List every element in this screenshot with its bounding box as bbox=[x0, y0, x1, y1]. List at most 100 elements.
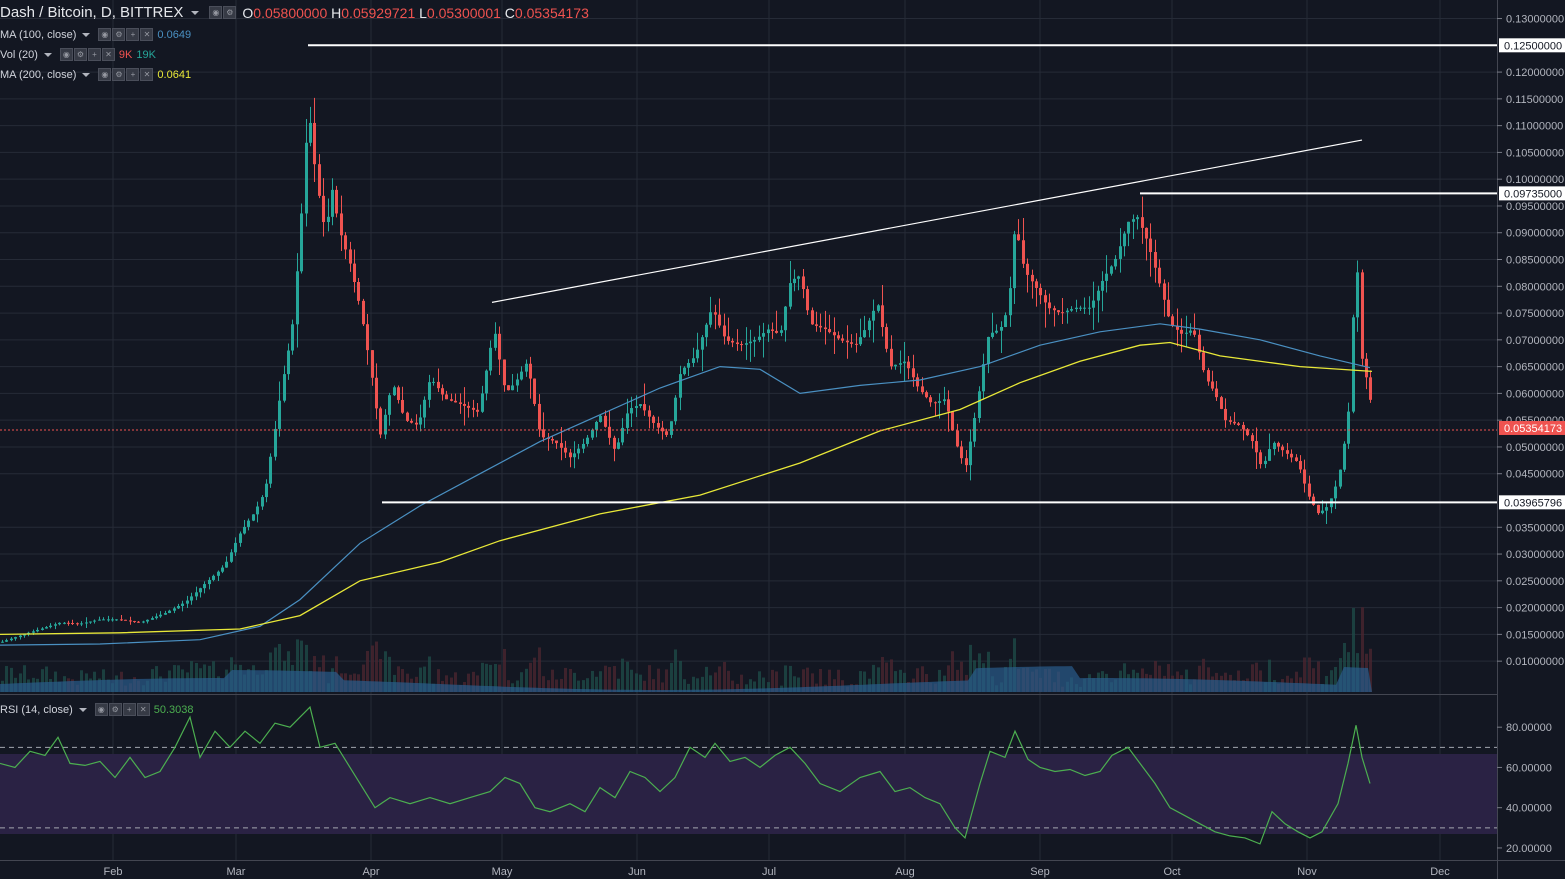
candle-body bbox=[252, 514, 255, 521]
candle-body bbox=[687, 362, 690, 368]
plus-icon[interactable]: + bbox=[87, 48, 101, 61]
candle-body bbox=[626, 413, 629, 428]
candle-body bbox=[344, 235, 347, 250]
candle-body bbox=[261, 497, 264, 507]
price-tick-label: 0.09000000 bbox=[1506, 228, 1564, 240]
rsi-label[interactable]: RSI (14, close) bbox=[0, 704, 73, 716]
price-tick-label: 0.03500000 bbox=[1506, 522, 1564, 534]
plus-icon[interactable]: + bbox=[126, 28, 140, 41]
chevron-down-icon[interactable] bbox=[191, 10, 200, 15]
candle-body bbox=[186, 600, 189, 604]
candle-body bbox=[1365, 358, 1368, 378]
candle-body bbox=[173, 608, 176, 611]
indicator-ma100[interactable]: MA (100, close) ◉ ⚙ + ✕ 0.0649 bbox=[0, 28, 191, 41]
candle-body bbox=[692, 358, 695, 363]
eye-icon[interactable]: ◉ bbox=[98, 68, 112, 81]
eye-icon[interactable]: ◉ bbox=[98, 28, 112, 41]
chevron-down-icon[interactable] bbox=[78, 707, 87, 712]
candle-body bbox=[1, 641, 4, 643]
volume-bar bbox=[648, 665, 651, 692]
candle-body bbox=[1009, 288, 1012, 316]
gear-icon[interactable]: ⚙ bbox=[108, 703, 122, 716]
candle-body bbox=[485, 370, 488, 394]
plus-icon[interactable]: + bbox=[126, 68, 140, 81]
vol-label[interactable]: Vol (20) bbox=[0, 49, 38, 61]
candle-body bbox=[415, 422, 418, 425]
candle-body bbox=[793, 278, 796, 284]
candle-body bbox=[494, 333, 497, 348]
candle-body bbox=[54, 624, 57, 626]
indicator-ma200[interactable]: MA (200, close) ◉ ⚙ + ✕ 0.0641 bbox=[0, 68, 191, 81]
close-value: 0.05354173 bbox=[514, 4, 589, 21]
candle-body bbox=[745, 343, 748, 345]
rsi-tick-label: 60.00000 bbox=[1506, 762, 1552, 774]
candle-body bbox=[907, 361, 910, 369]
candle-body bbox=[899, 363, 902, 365]
candle-body bbox=[507, 385, 510, 391]
eye-icon[interactable]: ◉ bbox=[59, 48, 73, 61]
candle-body bbox=[1202, 352, 1205, 371]
price-tick-label: 0.05000000 bbox=[1506, 442, 1564, 454]
candle-body bbox=[463, 403, 466, 406]
candle-body bbox=[287, 350, 290, 375]
candle-body bbox=[340, 213, 343, 236]
rsi-tick-label: 40.00000 bbox=[1506, 803, 1552, 815]
candle-body bbox=[1070, 309, 1073, 311]
candle-body bbox=[855, 343, 858, 345]
chart-canvas[interactable]: 0.13000000 0.12000000 0.11500000 0.11000000… bbox=[0, 0, 1565, 879]
candle-body bbox=[111, 619, 114, 621]
candle-body bbox=[718, 314, 721, 326]
candle-body bbox=[1053, 308, 1056, 311]
symbol-title[interactable]: Dash / Bitcoin, D, BITTREX bbox=[0, 4, 183, 21]
eye-icon[interactable]: ◉ bbox=[94, 703, 108, 716]
chevron-down-icon[interactable] bbox=[82, 32, 91, 37]
close-icon[interactable]: ✕ bbox=[101, 48, 115, 61]
candle-body bbox=[1114, 258, 1117, 267]
candle-body bbox=[657, 422, 660, 428]
chevron-down-icon[interactable] bbox=[82, 72, 91, 77]
candle-body bbox=[1193, 330, 1196, 335]
candle-body bbox=[1101, 280, 1104, 291]
candle-body bbox=[1233, 421, 1236, 424]
candle-body bbox=[679, 374, 682, 398]
candle-body bbox=[274, 428, 277, 457]
candle-body bbox=[89, 621, 92, 623]
gear-icon[interactable]: ⚙ bbox=[73, 48, 87, 61]
candle-body bbox=[529, 363, 532, 379]
candle-body bbox=[1237, 423, 1240, 425]
candle-body bbox=[318, 164, 321, 196]
close-icon[interactable]: ✕ bbox=[136, 703, 150, 716]
candle-body bbox=[85, 622, 88, 624]
symbol-header[interactable]: Dash / Bitcoin, D, BITTREX ◉ ⚙ O0.0580000… bbox=[0, 4, 589, 21]
indicator-rsi[interactable]: RSI (14, close) ◉ ⚙ + ✕ 50.3038 bbox=[0, 703, 194, 716]
candle-body bbox=[14, 637, 17, 639]
candle-body bbox=[890, 348, 893, 367]
indicator-vol[interactable]: Vol (20) ◉ ⚙ + ✕ 9K 19K bbox=[0, 48, 156, 61]
candle-body bbox=[203, 584, 206, 589]
candle-body bbox=[283, 374, 286, 401]
indicator-buttons: ◉ ⚙ + ✕ bbox=[94, 703, 150, 716]
candle-body bbox=[991, 332, 994, 337]
low-label: L bbox=[419, 4, 427, 21]
volume-bar bbox=[714, 672, 717, 692]
price-tick-label: 0.06500000 bbox=[1506, 362, 1564, 374]
eye-icon[interactable]: ◉ bbox=[209, 6, 223, 19]
candle-body bbox=[516, 379, 519, 386]
ma100-label[interactable]: MA (100, close) bbox=[0, 29, 76, 41]
close-icon[interactable]: ✕ bbox=[140, 68, 154, 81]
candle-body bbox=[652, 416, 655, 423]
gear-icon[interactable]: ⚙ bbox=[223, 6, 237, 19]
candle-body bbox=[459, 402, 462, 404]
candle-body bbox=[247, 520, 250, 527]
volume-bar bbox=[630, 669, 633, 692]
candle-body bbox=[115, 619, 118, 621]
volume-bar bbox=[599, 671, 602, 692]
plus-icon[interactable]: + bbox=[122, 703, 136, 716]
gear-icon[interactable]: ⚙ bbox=[112, 68, 126, 81]
gear-icon[interactable]: ⚙ bbox=[112, 28, 126, 41]
ma200-label[interactable]: MA (200, close) bbox=[0, 69, 76, 81]
chevron-down-icon[interactable] bbox=[43, 52, 52, 57]
candle-body bbox=[885, 327, 888, 349]
volume-bar bbox=[679, 660, 682, 692]
close-icon[interactable]: ✕ bbox=[140, 28, 154, 41]
